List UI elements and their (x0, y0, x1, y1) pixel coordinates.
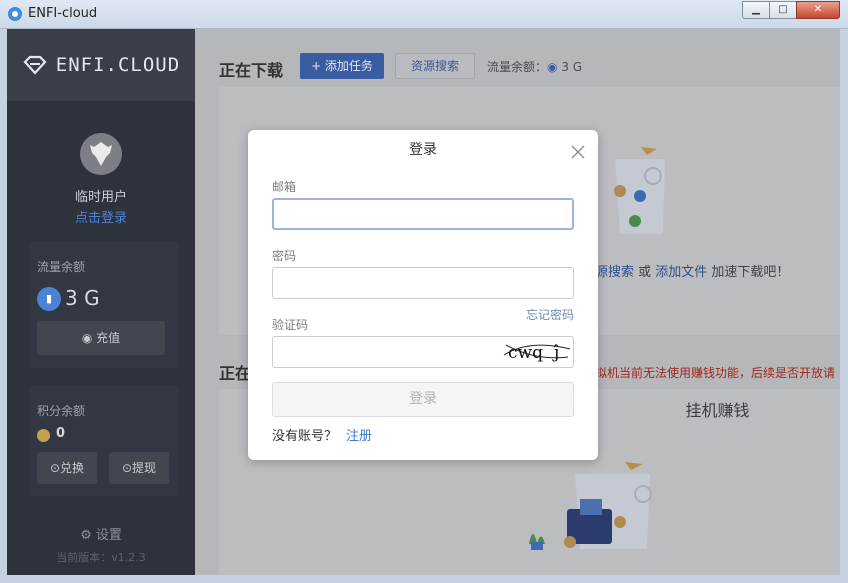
empty-download-illustration (614, 147, 665, 234)
login-dialog: 登录 邮箱 密码 验证码 忘记密码 cwq ĵ 登录 没有账号？ 注册 (248, 130, 598, 460)
hint-suffix: 加速下载吧！ (707, 265, 790, 280)
email-label: 邮箱 (272, 180, 297, 194)
traffic-card: 流量余额 ▮ 3 G ◉ 充值 (29, 242, 179, 368)
brand-header: ENFI.CLOUD (7, 29, 195, 101)
user-name: 临时用户 (74, 190, 127, 205)
captcha-text: cwq (508, 343, 543, 363)
traffic-value: 3 G (65, 286, 100, 310)
window-controls: ▁ □ ✕ (742, 1, 840, 19)
login-link[interactable]: 点击登录 (7, 207, 195, 226)
close-icon[interactable] (570, 144, 586, 160)
traffic-icon: ▮ (37, 287, 61, 311)
window-frame-bottom (0, 575, 848, 583)
traffic-info-value: 3 G (561, 60, 583, 74)
resource-search-button[interactable]: 资源搜索 (395, 53, 475, 79)
window-frame-left (0, 29, 7, 583)
traffic-info: 流量余额：◉ 3 G (487, 58, 582, 75)
traffic-info-icon: ◉ (547, 60, 562, 74)
traffic-label: 流量余额 (37, 260, 86, 274)
title-bar: ENFI-cloud ▁ □ ✕ (0, 0, 848, 29)
maximize-button[interactable]: □ (769, 1, 797, 19)
settings-button[interactable]: ⚙ 设置 (7, 524, 195, 543)
gear-icon: ⚙ (80, 528, 96, 543)
tab-earn-money[interactable]: 挂机赚钱 (595, 391, 840, 431)
captcha-image[interactable]: cwq ĵ (500, 337, 572, 363)
points-card: 积分余额 0 ⊙兑换 ⊙提现 (29, 386, 179, 496)
avatar-icon (90, 142, 112, 166)
recharge-icon: ◉ (81, 331, 97, 345)
vm-warning-text: 拟机当前无法使用赚钱功能，后续是否开放请 (595, 366, 836, 380)
email-field[interactable] (272, 198, 574, 230)
section2-title: 正在 (219, 364, 252, 383)
coin-icon (37, 429, 50, 442)
brand-name: ENFI.CLOUD (55, 54, 181, 76)
minimize-button[interactable]: ▁ (742, 1, 770, 19)
login-dialog-title: 登录 (409, 142, 437, 158)
points-value: 0 (56, 426, 66, 441)
settings-label: 设置 (95, 528, 122, 543)
version-text: 当前版本：v1.2.3 (56, 551, 146, 564)
earn-illustration (529, 462, 652, 550)
sidebar: ENFI.CLOUD 临时用户 点击登录 流量余额 ▮ 3 G ◉ 充值 积分余… (7, 29, 195, 575)
hint-or: 或 (634, 265, 656, 280)
hint-search-link[interactable]: 源搜索 (595, 265, 634, 280)
points-label: 积分余额 (37, 404, 86, 418)
forgot-password-link[interactable]: 忘记密码 (526, 306, 574, 323)
hint-add-file-link[interactable]: 添加文件 (655, 265, 707, 280)
captcha-label: 验证码 (272, 318, 309, 332)
window-frame-right (840, 29, 848, 583)
withdraw-button[interactable]: ⊙提现 (109, 452, 169, 484)
app-logo-icon (8, 7, 22, 21)
avatar[interactable] (80, 133, 122, 175)
window-title: ENFI-cloud (28, 6, 98, 21)
add-task-button[interactable]: + 添加任务 (300, 53, 384, 79)
traffic-info-label: 流量余额： (487, 60, 548, 74)
recharge-button[interactable]: ◉ 充值 (37, 321, 165, 355)
withdraw-label: 提现 (132, 461, 157, 475)
no-account-text: 没有账号？ (272, 429, 338, 444)
exchange-icon: ⊙ (49, 461, 61, 475)
exchange-label: 兑换 (60, 461, 85, 475)
password-label: 密码 (272, 249, 297, 263)
login-submit-button[interactable]: 登录 (272, 382, 574, 417)
downloading-title: 正在下载 (219, 61, 284, 80)
withdraw-icon: ⊙ (121, 461, 133, 475)
captcha-glyph: ĵ (552, 343, 559, 363)
close-window-button[interactable]: ✕ (796, 1, 840, 19)
exchange-button[interactable]: ⊙兑换 (37, 452, 97, 484)
register-link[interactable]: 注册 (346, 425, 372, 444)
brand-logo-icon (23, 55, 47, 75)
empty-download-hint: 源搜索 或 添加文件 加速下载吧！ (595, 261, 789, 280)
password-field[interactable] (272, 267, 574, 299)
recharge-label: 充值 (96, 331, 121, 345)
